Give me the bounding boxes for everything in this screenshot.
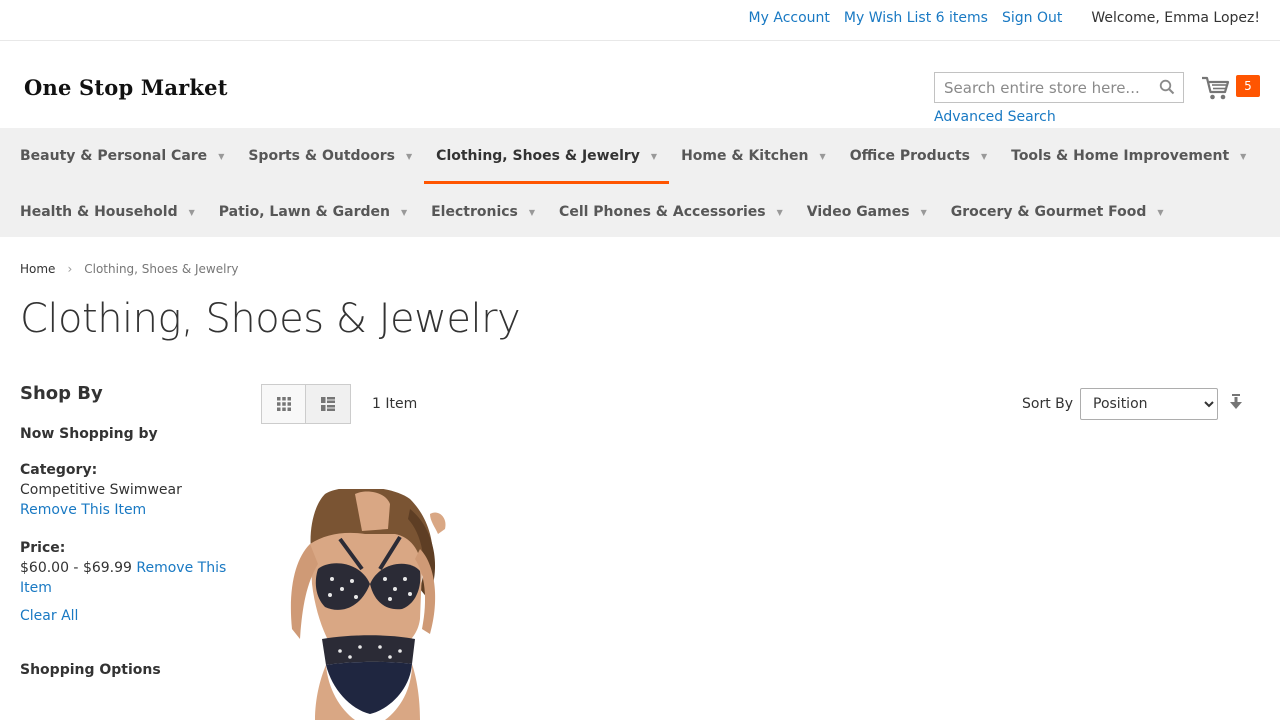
- nav-item-label: Grocery & Gourmet Food: [950, 204, 1147, 220]
- remove-filter-link[interactable]: Remove This Item: [20, 502, 146, 518]
- chevron-down-icon: ▼: [776, 207, 783, 217]
- nav-item-label: Cell Phones & Accessories: [559, 204, 766, 220]
- chevron-down-icon: ▼: [218, 151, 225, 161]
- nav-item-grocery-gourmet-food[interactable]: Grocery & Gourmet Food ▼: [939, 184, 1176, 240]
- breadcrumb: Home › Clothing, Shoes & Jewelry: [20, 262, 238, 276]
- store-logo[interactable]: One Stop Market: [24, 75, 228, 100]
- search-input[interactable]: [935, 73, 1145, 102]
- filter-value: Competitive Swimwear: [20, 482, 182, 498]
- nav-item-label: Electronics: [431, 204, 518, 220]
- layered-navigation: Shop By Now Shopping by Category: Compet…: [20, 383, 230, 678]
- cart-count-badge[interactable]: 5: [1236, 75, 1260, 97]
- clear-all-link[interactable]: Clear All: [20, 608, 78, 624]
- nav-item-label: Beauty & Personal Care: [20, 148, 208, 164]
- welcome-message: Welcome, Emma Lopez!: [1091, 10, 1260, 26]
- main-navigation: Beauty & Personal Care ▼ Sports & Outdoor…: [0, 128, 1280, 237]
- nav-item-label: Sports & Outdoors: [248, 148, 396, 164]
- chevron-down-icon: ▼: [650, 151, 658, 161]
- breadcrumb-current: Clothing, Shoes & Jewelry: [84, 262, 239, 276]
- chevron-down-icon: ▼: [980, 151, 988, 161]
- advanced-search-link[interactable]: Advanced Search: [934, 109, 1056, 125]
- now-shopping-heading: Now Shopping by: [20, 426, 158, 442]
- nav-item-office-products[interactable]: Office Products ▼: [838, 128, 999, 184]
- list-view-button[interactable]: [306, 384, 351, 424]
- nav-item-beauty-personal-care[interactable]: Beauty & Personal Care ▼: [8, 128, 236, 184]
- grid-icon: [276, 397, 291, 411]
- nav-row-1: Beauty & Personal Care ▼ Sports & Outdoor…: [8, 128, 1258, 184]
- nav-item-video-games[interactable]: Video Games ▼: [795, 184, 939, 240]
- product-image[interactable]: [270, 489, 460, 720]
- chevron-down-icon: ▼: [528, 207, 536, 217]
- nav-item-cell-phones-accessories[interactable]: Cell Phones & Accessories ▼: [547, 184, 795, 240]
- nav-item-label: Video Games: [806, 204, 910, 220]
- nav-item-label: Health & Household: [20, 204, 178, 220]
- grid-view-button[interactable]: [261, 384, 306, 424]
- shop-by-heading: Shop By: [20, 383, 103, 404]
- chevron-right-icon: ›: [67, 262, 73, 276]
- active-filter-price: Price: $60.00 - $69.99 Remove This Item: [20, 538, 230, 598]
- chevron-down-icon: ▼: [406, 151, 413, 161]
- nav-row-2: Health & Household ▼ Patio, Lawn & Garden…: [8, 184, 1176, 240]
- search-icon[interactable]: [1159, 79, 1175, 95]
- active-filter-category: Category: Competitive Swimwear Remove Th…: [20, 460, 230, 520]
- chevron-down-icon: ▼: [1157, 207, 1164, 217]
- toolbar-item-count: 1 Item: [372, 396, 418, 412]
- sign-out-link[interactable]: Sign Out: [1002, 10, 1062, 26]
- filter-label: Category:: [20, 462, 98, 478]
- list-icon: [321, 397, 335, 411]
- chevron-down-icon: ▼: [400, 207, 408, 217]
- nav-item-label: Tools & Home Improvement: [1011, 148, 1230, 164]
- breadcrumb-home-link[interactable]: Home: [20, 262, 55, 276]
- shopping-options-heading: Shopping Options: [20, 662, 161, 678]
- nav-item-patio-lawn-garden[interactable]: Patio, Lawn & Garden ▼: [207, 184, 419, 240]
- my-wish-list-link[interactable]: My Wish List 6 items: [844, 10, 988, 26]
- nav-item-label: Clothing, Shoes & Jewelry: [436, 148, 640, 164]
- nav-item-clothing-shoes-jewelry[interactable]: Clothing, Shoes & Jewelry ▼: [424, 128, 669, 184]
- filter-value: $60.00 - $69.99: [20, 560, 132, 576]
- top-bar: My Account My Wish List 6 items Sign Out…: [0, 0, 1280, 41]
- nav-item-sports-outdoors[interactable]: Sports & Outdoors ▼: [236, 128, 424, 184]
- swimwear-product-photo: [270, 489, 460, 720]
- nav-item-label: Patio, Lawn & Garden: [218, 204, 390, 220]
- chevron-down-icon: ▼: [1240, 151, 1247, 161]
- nav-item-electronics[interactable]: Electronics ▼: [419, 184, 547, 240]
- nav-item-label: Office Products: [849, 148, 970, 164]
- search-box: [934, 72, 1184, 103]
- chevron-down-icon: ▼: [920, 207, 927, 217]
- sort-by-select[interactable]: Position: [1080, 388, 1218, 420]
- view-mode-switcher: [261, 384, 351, 424]
- my-account-link[interactable]: My Account: [749, 10, 830, 26]
- header-links: My Account My Wish List 6 items Sign Out…: [735, 10, 1260, 26]
- filter-label: Price:: [20, 540, 66, 556]
- chevron-down-icon: ▼: [819, 151, 826, 161]
- nav-item-label: Home & Kitchen: [681, 148, 809, 164]
- cart-icon[interactable]: [1201, 74, 1231, 102]
- page-title: Clothing, Shoes & Jewelry: [20, 296, 521, 342]
- chevron-down-icon: ▼: [188, 207, 195, 217]
- nav-item-home-kitchen[interactable]: Home & Kitchen ▼: [669, 128, 838, 184]
- nav-item-tools-home-improvement[interactable]: Tools & Home Improvement ▼: [999, 128, 1258, 184]
- sort-by-label: Sort By: [1022, 396, 1074, 412]
- nav-item-health-household[interactable]: Health & Household ▼: [8, 184, 207, 240]
- sort-direction-arrow-icon[interactable]: [1229, 394, 1243, 410]
